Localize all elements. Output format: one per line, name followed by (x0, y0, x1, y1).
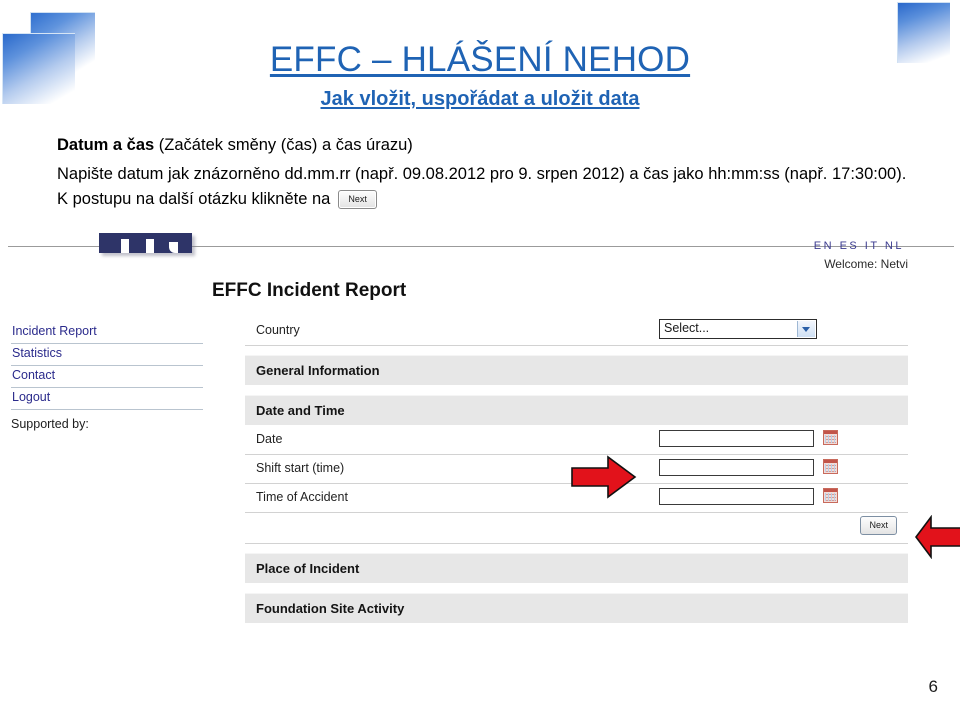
date-label: Date (256, 432, 283, 446)
embedded-screenshot: EN ES IT NL Welcome: Netvi EFFC Incident… (0, 233, 960, 653)
sidebar-item-incident-report[interactable]: Incident Report (11, 322, 203, 344)
supported-by-label: Supported by: (11, 417, 89, 431)
language-links[interactable]: EN ES IT NL (814, 240, 904, 252)
time-of-accident-label: Time of Accident (256, 490, 348, 504)
section-place-of-incident-label: Place of Incident (256, 561, 360, 576)
instruction-heading-bold: Datum a čas (57, 136, 155, 154)
sidebar-item-logout[interactable]: Logout (11, 388, 203, 410)
calendar-icon-time-of-accident[interactable] (823, 488, 838, 503)
date-input[interactable] (659, 430, 814, 447)
slide-title-text: EFFC – HLÁŠENÍ NEHOD (269, 40, 691, 79)
section-place-of-incident[interactable]: Place of Incident (245, 553, 908, 584)
instruction-paragraph-text: Napište datum jak znázorněno dd.mm.rr (n… (57, 165, 907, 208)
section-general-information[interactable]: General Information (245, 355, 908, 386)
shift-start-label: Shift start (time) (256, 461, 345, 475)
sidebar-item-contact[interactable]: Contact (11, 366, 203, 388)
form-row-next: Next (245, 513, 908, 544)
chevron-down-icon[interactable] (797, 321, 815, 337)
section-foundation-site-activity-label: Foundation Site Activity (256, 601, 405, 616)
calendar-icon-date[interactable] (823, 430, 838, 445)
slide-subtitle: Jak vložit, uspořádat a uložit data (0, 88, 960, 111)
section-date-and-time[interactable]: Date and Time (245, 395, 908, 426)
form-row-country: Country Select... (245, 317, 908, 346)
annotation-arrow-right (571, 455, 637, 499)
inline-next-button: Next (338, 190, 377, 210)
sidebar-item-statistics[interactable]: Statistics (11, 344, 203, 366)
calendar-icon-shift-start[interactable] (823, 459, 838, 474)
country-select[interactable]: Select... (659, 319, 817, 339)
section-date-and-time-label: Date and Time (256, 403, 345, 418)
instruction-heading-rest: (Začátek směny (čas) a čas úrazu) (154, 136, 413, 154)
instruction-block: Datum a čas (Začátek směny (čas) a čas ú… (57, 133, 917, 212)
country-select-value: Select... (664, 321, 710, 335)
time-of-accident-input[interactable] (659, 488, 814, 505)
instruction-paragraph: Napište datum jak znázorněno dd.mm.rr (n… (57, 162, 917, 212)
slide-subtitle-text: Jak vložit, uspořádat a uložit data (320, 88, 640, 110)
annotation-arrow-left (914, 515, 960, 559)
slide-title: EFFC – HLÁŠENÍ NEHOD (0, 40, 960, 80)
section-foundation-site-activity[interactable]: Foundation Site Activity (245, 593, 908, 624)
page-number: 6 (928, 677, 938, 696)
next-button[interactable]: Next (860, 516, 897, 535)
shift-start-input[interactable] (659, 459, 814, 476)
section-general-information-label: General Information (256, 363, 380, 378)
welcome-text: Welcome: Netvi (824, 257, 908, 271)
country-label: Country (256, 323, 300, 337)
instruction-heading: Datum a čas (Začátek směny (čas) a čas ú… (57, 133, 917, 158)
form-row-date: Date (245, 426, 908, 455)
page-title: EFFC Incident Report (212, 280, 407, 301)
effc-logo (99, 233, 192, 253)
sidebar: Incident Report Statistics Contact Logou… (11, 322, 203, 431)
